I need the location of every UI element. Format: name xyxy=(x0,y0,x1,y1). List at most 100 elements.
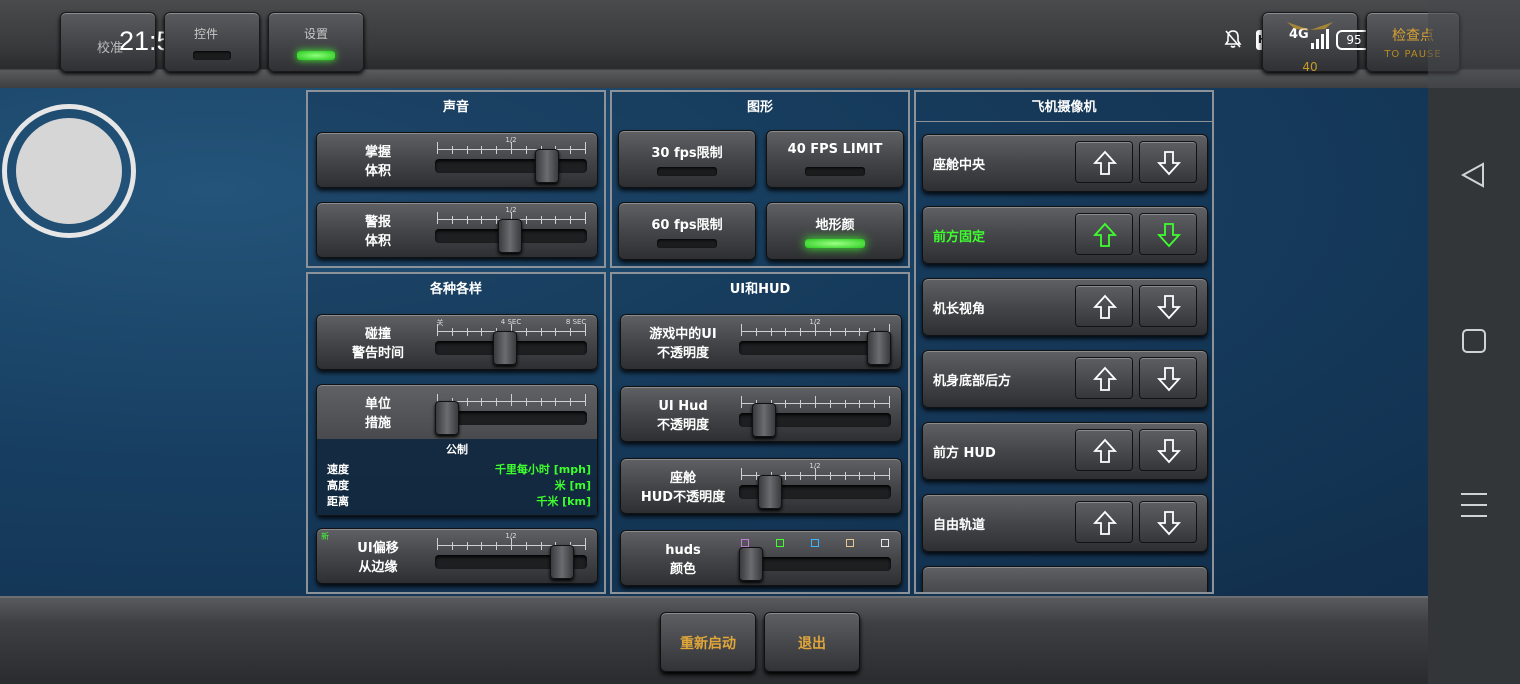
camera-option[interactable]: 自由轨道 xyxy=(922,494,1208,552)
camera-down-button[interactable] xyxy=(1139,213,1197,255)
scale-tick xyxy=(496,542,498,550)
scale-tick xyxy=(466,216,468,224)
camera-down-button[interactable] xyxy=(1139,357,1197,399)
camera-up-button[interactable] xyxy=(1075,141,1133,183)
scale-tick xyxy=(585,142,586,154)
camera-up-button[interactable] xyxy=(1075,429,1133,471)
alarm-volume-row: 警报 体积 1/2 xyxy=(316,202,598,258)
wings-emblem-icon xyxy=(1285,19,1335,38)
scale-tick xyxy=(540,542,542,550)
units-slider[interactable] xyxy=(435,401,459,435)
scale-tick xyxy=(570,216,572,224)
units-row: 单位 措施 公制 速度 千里每小时 [mph] 高度米 [m] 距离 千米 [km] xyxy=(316,384,598,516)
ingame-ui-slider[interactable] xyxy=(867,331,891,365)
master-volume-label: 掌握 体积 xyxy=(364,145,391,179)
camera-option[interactable]: 前方固定 xyxy=(922,206,1208,264)
ui-hud-title: UI和HUD xyxy=(729,282,791,297)
scale-tick xyxy=(437,142,438,154)
scale-tick xyxy=(555,398,557,406)
scale-tick xyxy=(511,394,512,406)
camera-option-label: 前方 HUD xyxy=(933,446,996,461)
scale-tick xyxy=(570,398,572,406)
fps60-button[interactable]: 60 fps限制 xyxy=(618,202,756,260)
fps30-button[interactable]: 30 fps限制 xyxy=(618,130,756,188)
scale-tick xyxy=(555,216,557,224)
scale-tick xyxy=(481,146,483,154)
master-volume-track[interactable] xyxy=(435,159,587,173)
terrain-color-led xyxy=(805,239,865,248)
camera-option[interactable]: 座舱中央 xyxy=(922,134,1208,192)
ingame-ui-opacity-label: 游戏中的UI 不透明度 xyxy=(649,327,717,361)
hud-color-slider[interactable] xyxy=(739,547,763,581)
alarm-volume-slider[interactable] xyxy=(497,219,522,253)
cockpit-hud-opacity-row: 座舱 HUD不透明度 1/2 xyxy=(620,458,902,514)
scale-tick xyxy=(466,328,468,336)
ui-offset-slider[interactable] xyxy=(550,545,575,579)
scale-tick xyxy=(481,542,483,550)
camera-up-button[interactable] xyxy=(1075,357,1133,399)
scale-tick xyxy=(755,472,757,480)
virtual-joystick[interactable] xyxy=(2,104,136,238)
scale-tick xyxy=(466,398,468,406)
scale-tick xyxy=(525,328,527,336)
scale-tick xyxy=(555,328,557,336)
scale-tick xyxy=(815,324,816,336)
scale-tick xyxy=(859,400,861,408)
master-volume-row: 掌握 体积 1/2 xyxy=(316,132,598,188)
camera-option-label: 前方固定 xyxy=(933,230,986,245)
camera-up-button[interactable] xyxy=(1075,285,1133,327)
hud-color-swatch xyxy=(846,539,854,547)
scale-tick xyxy=(496,146,498,154)
scale-tick xyxy=(570,328,572,336)
camera-option-partial[interactable] xyxy=(922,566,1208,592)
hud-color-swatch xyxy=(811,539,819,547)
scale-tick xyxy=(741,396,742,408)
scale-tick xyxy=(829,400,831,408)
camera-down-button[interactable] xyxy=(1139,429,1197,471)
camera-option[interactable]: 机身底部后方 xyxy=(922,350,1208,408)
new-tag: 新 xyxy=(321,532,329,541)
back-nav-icon[interactable] xyxy=(1428,160,1520,198)
controls-button[interactable]: 控件 xyxy=(164,12,260,72)
cockpit-hud-opacity-label: 座舱 HUD不透明度 xyxy=(640,471,726,505)
camera-section: 飞机摄像机 座舱中央 前方固定 机长视角 机身底部后方 前方 HUD 自由轨道 xyxy=(914,90,1214,594)
hud-color-swatch xyxy=(881,539,889,547)
terrain-color-button[interactable]: 地形颜 xyxy=(766,202,904,260)
camera-option[interactable]: 前方 HUD xyxy=(922,422,1208,480)
collision-slider[interactable] xyxy=(492,331,517,365)
scale-tick xyxy=(815,468,816,480)
exit-button[interactable]: 退出 xyxy=(764,612,860,672)
camera-option-label: 机身底部后方 xyxy=(933,374,1012,389)
ui-offset-row: 新 UI偏移 从边缘 1/2 xyxy=(316,528,598,584)
master-volume-slider[interactable] xyxy=(534,149,559,183)
scale-tick xyxy=(451,542,453,550)
ui-hud-section: UI和HUD 游戏中的UI 不透明度 1/2 UI Hud 不透明度 座舱 HUD不透… xyxy=(610,272,910,594)
menu-nav-icon[interactable] xyxy=(1428,490,1520,528)
camera-down-button[interactable] xyxy=(1139,141,1197,183)
scale-tick xyxy=(525,146,527,154)
cockpit-hud-slider[interactable] xyxy=(758,475,783,509)
camera-down-button[interactable] xyxy=(1139,285,1197,327)
camera-option-label: 自由轨道 xyxy=(933,518,986,533)
home-nav-icon[interactable] xyxy=(1428,326,1520,364)
joystick-thumb[interactable] xyxy=(16,118,122,224)
scale-tick xyxy=(511,538,512,550)
settings-button[interactable]: 设置 xyxy=(268,12,364,72)
scale-tick xyxy=(437,324,438,336)
hud-color-label: huds 颜色 xyxy=(665,543,701,577)
scale-tick xyxy=(451,328,453,336)
fps40-button[interactable]: 40 FPS LIMIT xyxy=(766,130,904,188)
alarm-volume-label: 警报 体积 xyxy=(364,215,391,249)
camera-option[interactable]: 机长视角 xyxy=(922,278,1208,336)
camera-up-button[interactable] xyxy=(1075,213,1133,255)
scale-tick xyxy=(785,400,787,408)
camera-down-button[interactable] xyxy=(1139,501,1197,543)
scale-tick xyxy=(829,472,831,480)
ui-hud-opacity-label: UI Hud 不透明度 xyxy=(656,399,709,433)
fps40-led xyxy=(805,167,865,176)
hud-color-swatches xyxy=(741,539,889,549)
camera-up-button[interactable] xyxy=(1075,501,1133,543)
restart-button[interactable]: 重新启动 xyxy=(660,612,756,672)
mute-bell-icon xyxy=(1224,29,1242,53)
ui-hud-slider[interactable] xyxy=(751,403,776,437)
